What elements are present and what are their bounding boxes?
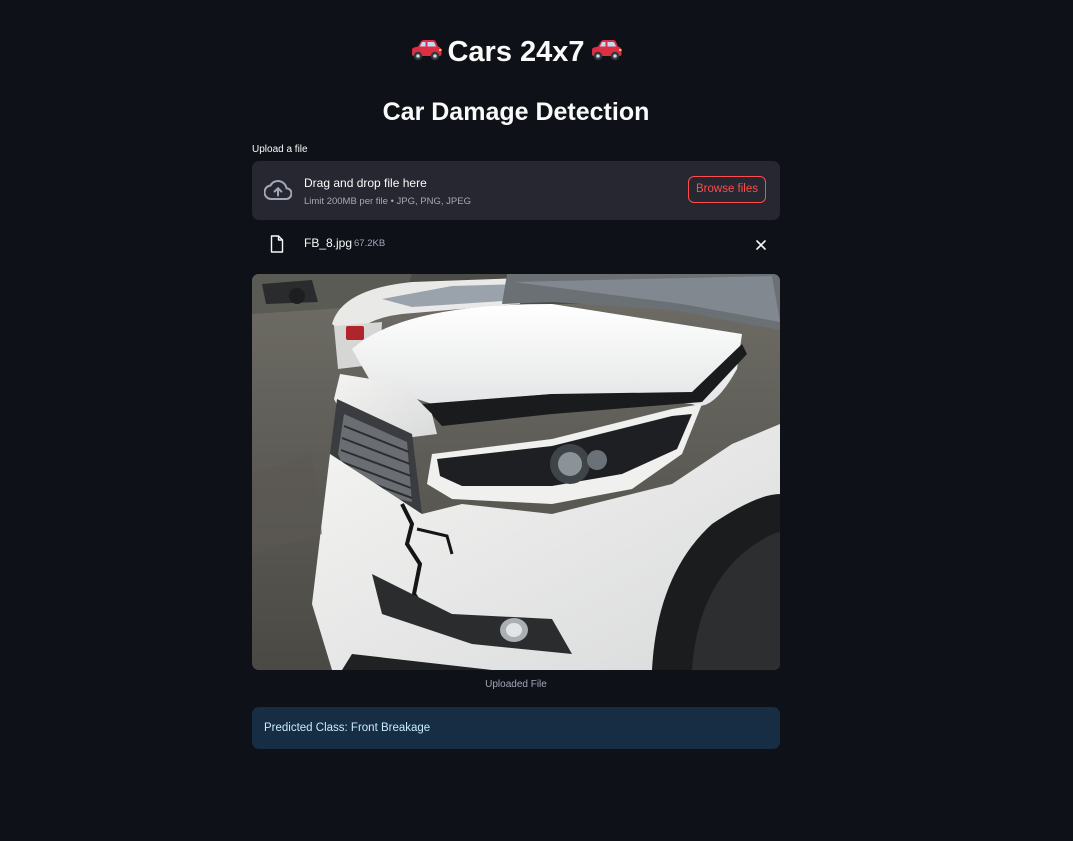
uploaded-image: [252, 274, 780, 670]
app-title: Cars 24x7: [252, 30, 780, 74]
dropzone-limit: Limit 200MB per file • JPG, PNG, JPEG: [304, 196, 471, 207]
prediction-text: Predicted Class: Front Breakage: [264, 722, 431, 734]
upload-label: Upload a file: [252, 144, 308, 155]
car-emoji-icon: [591, 40, 622, 61]
file-dropzone[interactable]: Drag and drop file here Limit 200MB per …: [252, 161, 780, 220]
app-title-text: Cars 24x7: [447, 36, 585, 68]
dropzone-instructions: Drag and drop file here: [304, 176, 427, 190]
file-icon: [270, 235, 284, 253]
car-emoji-icon: [412, 40, 442, 61]
file-size: 67.2KB: [354, 238, 386, 249]
file-name: FB_8.jpg: [304, 236, 353, 250]
browse-files-button[interactable]: Browse files: [688, 176, 766, 203]
prediction-alert: Predicted Class: Front Breakage: [252, 707, 780, 749]
app-page: Cars 24x7 Car Damage Detection Upload a …: [0, 0, 1073, 841]
damaged-car-photo: [252, 274, 780, 670]
uploaded-file-row: FB_8.jpg 67.2KB: [252, 229, 780, 261]
cloud-upload-icon: [264, 179, 292, 200]
close-icon[interactable]: [754, 238, 768, 252]
image-caption: Uploaded File: [485, 679, 547, 690]
page-heading: Car Damage Detection: [382, 98, 650, 126]
